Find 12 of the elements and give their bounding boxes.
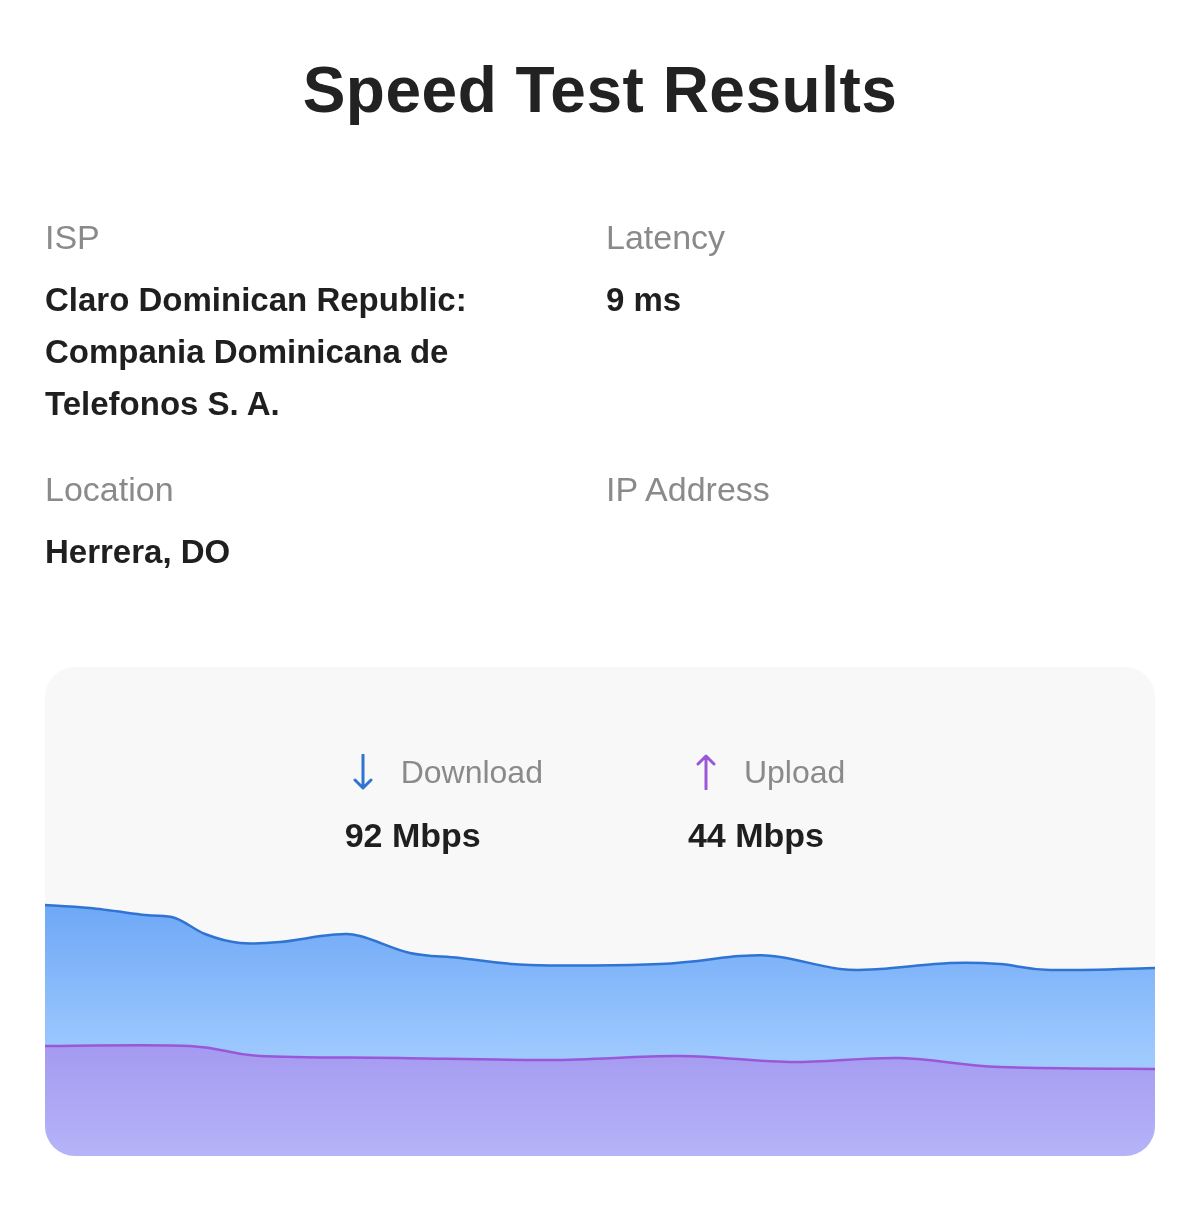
detail-value: Claro Dominican Republic: Compania Dominicana de Telefonos S. A. [45,280,468,424]
detail-label: Location [45,469,174,510]
speed-label: Upload [743,753,846,792]
detail-value: Herrera, DO [45,532,231,572]
page-title: Speed Test Results [302,53,898,128]
detail-label: ISP [45,217,100,258]
detail-label: IP Address [606,469,770,510]
detail-label: Latency [606,217,726,258]
detail-value: 9 ms [606,280,682,320]
speed-value: 44 Mbps [687,815,824,856]
speed-value: 92 Mbps [344,815,481,856]
speed-label: Download [400,753,543,792]
